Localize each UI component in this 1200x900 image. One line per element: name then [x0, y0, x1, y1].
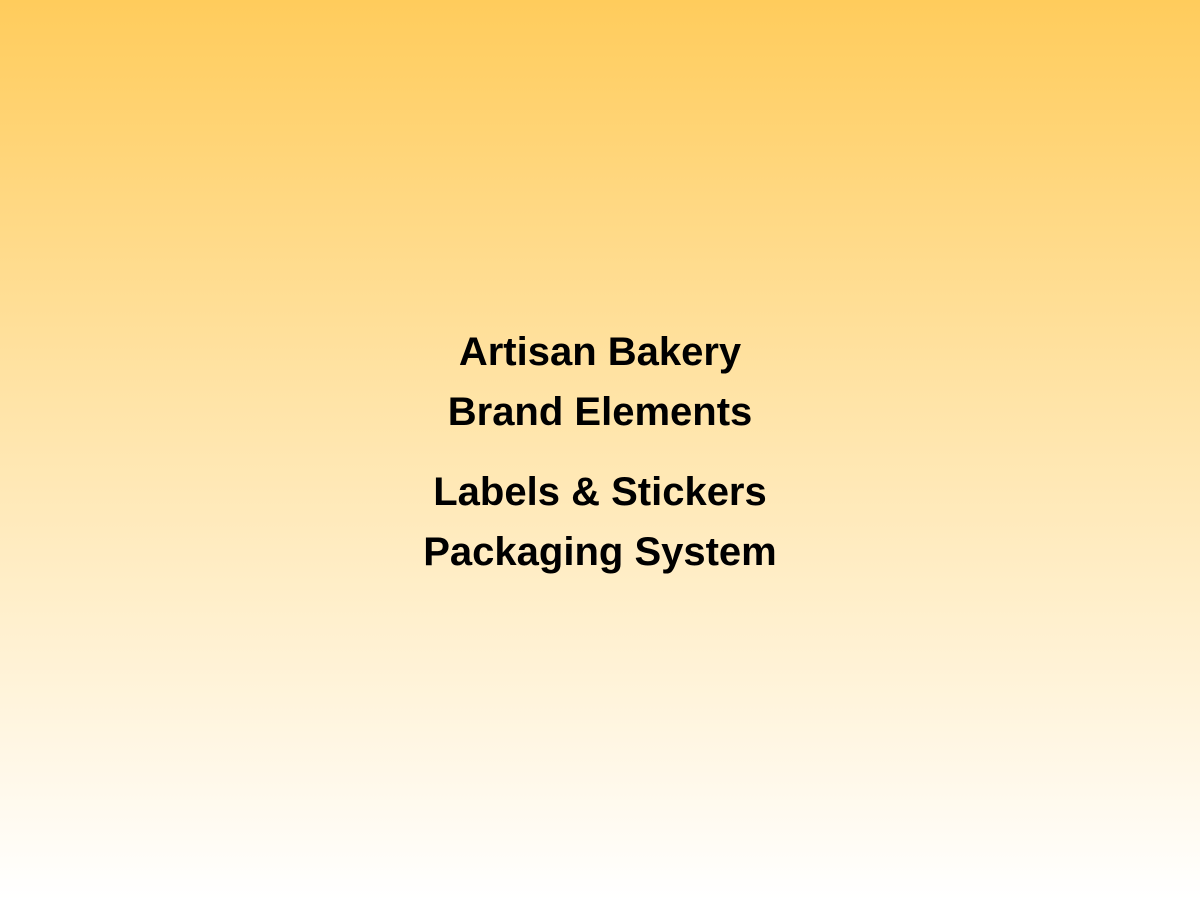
title-line-artisan-bakery: Artisan Bakery: [458, 330, 742, 374]
title-line-packaging-system: Packaging System: [423, 530, 777, 574]
title-line-brand-elements: Brand Elements: [447, 390, 753, 434]
title-block: Artisan Bakery Brand Elements Labels & S…: [0, 322, 1200, 582]
title-line-labels-stickers: Labels & Stickers: [433, 470, 767, 514]
